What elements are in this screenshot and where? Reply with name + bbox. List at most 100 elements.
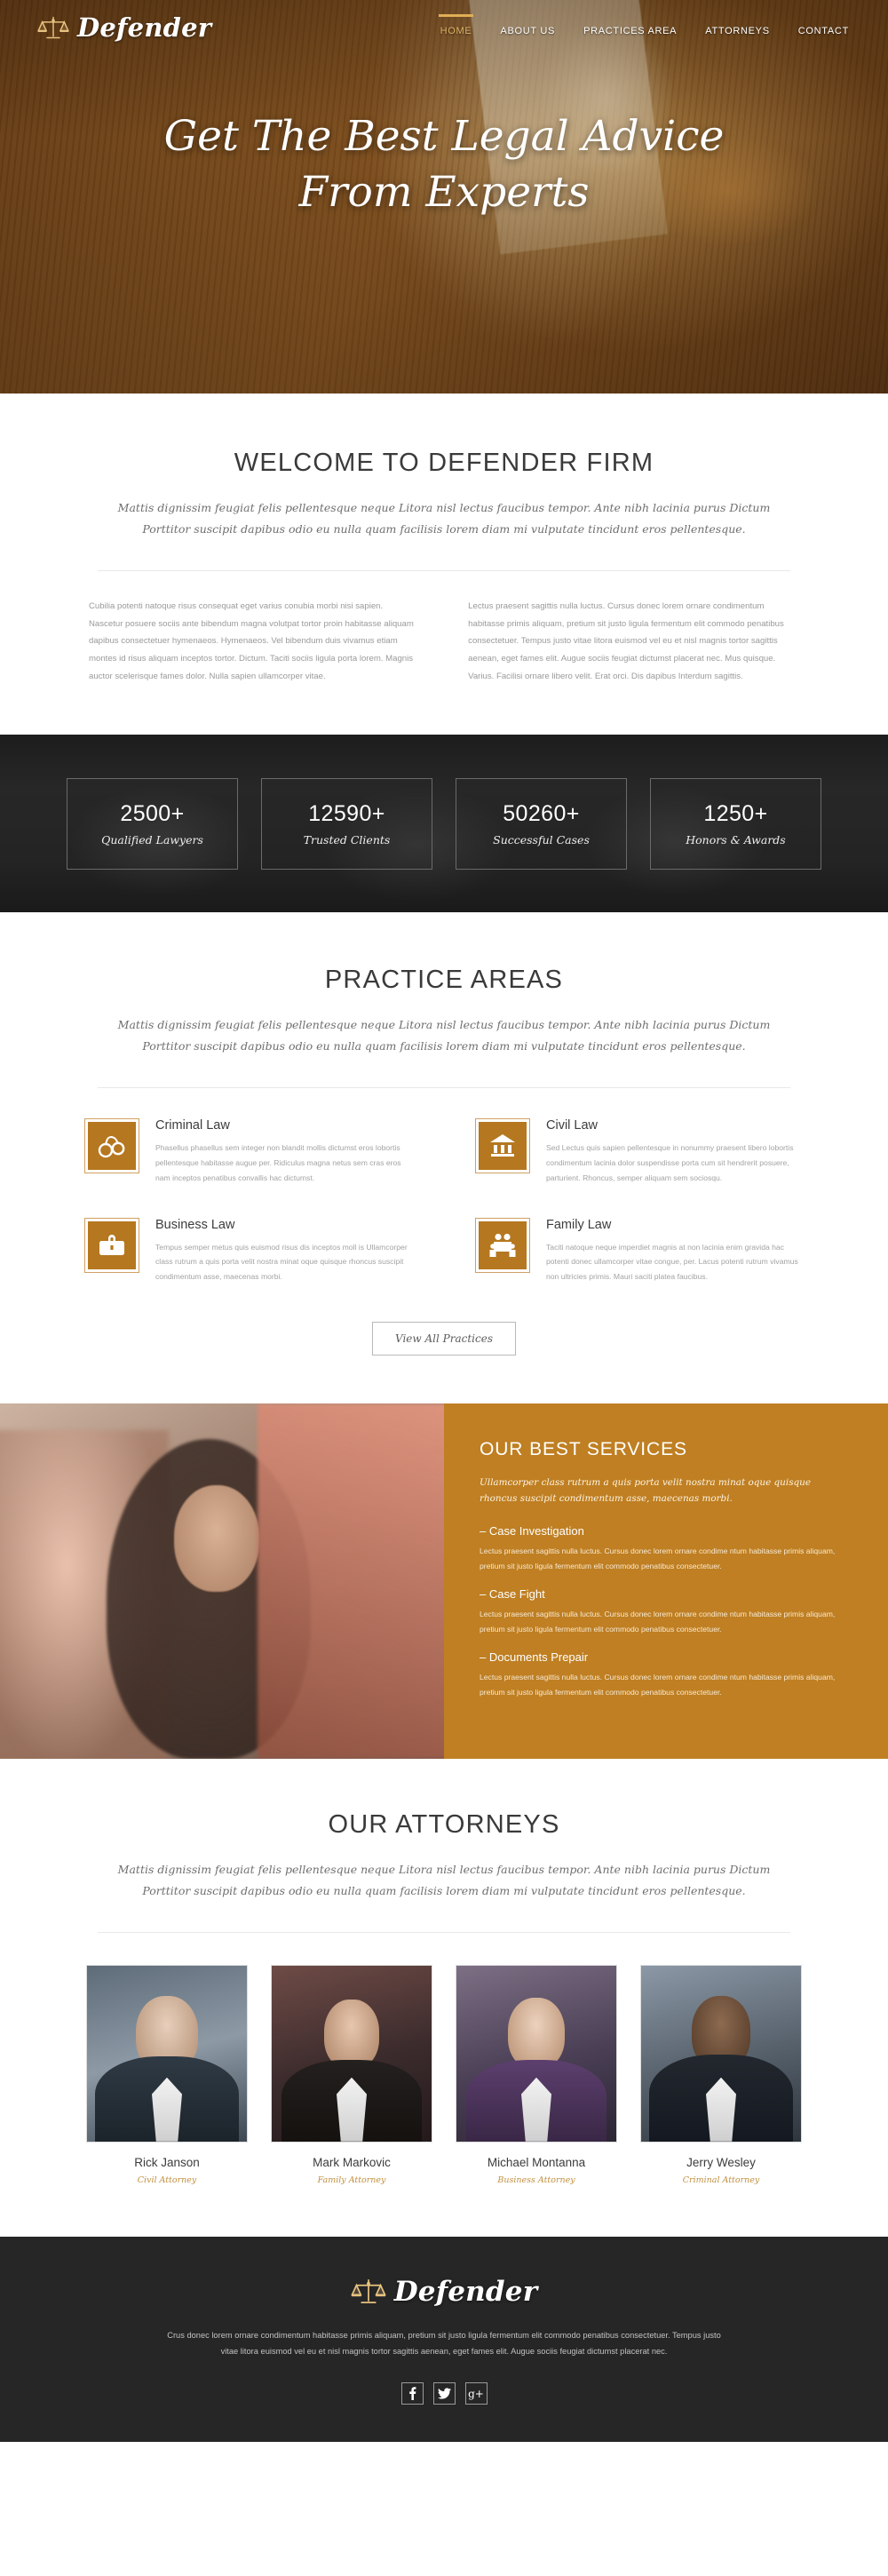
practice-areas-section: PRACTICE AREAS Mattis dignissim feugiat … [0, 912, 888, 1403]
practice-card-text: Tempus semper metus quis euismod risus d… [155, 1242, 408, 1282]
law-firm-landing-page: Defender HOME ABOUT US PRACTICES AREA AT… [0, 0, 888, 2443]
stat-label: Honors & Awards [686, 832, 786, 847]
stat-label: Qualified Lawyers [101, 832, 203, 847]
practice-card-criminal-law[interactable]: Criminal Law Phasellus phasellus sem int… [84, 1118, 413, 1185]
stat-number: 1250+ [703, 800, 768, 826]
services-photo [0, 1403, 444, 1759]
attorney-card[interactable]: Mark Markovic Family Attorney [271, 1964, 432, 2185]
footer-brand-name: Defender [393, 2275, 538, 2308]
stat-card: 50260+ Successful Cases [456, 777, 627, 870]
service-item-title: – Case Investigation [480, 1524, 584, 1538]
family-icon [475, 1217, 530, 1273]
practice-cards: Criminal Law Phasellus phasellus sem int… [84, 1118, 804, 1316]
hero-copy: Get The Best Legal Advice From Experts [0, 109, 888, 220]
social-links: g+ [0, 2382, 888, 2405]
practice-card-civil-law[interactable]: Civil Law Sed Lectus quis sapien pellent… [475, 1118, 804, 1185]
attorney-card[interactable]: Rick Janson Civil Attorney [86, 1964, 248, 2185]
courthouse-icon [475, 1118, 530, 1174]
site-logo[interactable]: Defender [37, 12, 211, 43]
view-all-practices-button[interactable]: View All Practices [372, 1321, 516, 1356]
hero-headline-line2: From Experts [298, 167, 590, 217]
attorney-role: Business Attorney [497, 2174, 575, 2185]
attorney-name: Michael Montanna [487, 2155, 586, 2169]
attorney-role: Family Attorney [317, 2174, 386, 2185]
practice-card-text: Phasellus phasellus sem integer non blan… [155, 1143, 401, 1182]
stat-card: 12590+ Trusted Clients [261, 777, 432, 870]
welcome-section: WELCOME TO DEFENDER FIRM Mattis dignissi… [0, 394, 888, 735]
services-title: OUR BEST SERVICES [480, 1438, 687, 1459]
attorney-card[interactable]: Jerry Wesley Criminal Attorney [640, 1964, 802, 2185]
section-divider [98, 1931, 790, 1933]
scales-of-justice-icon [37, 14, 69, 41]
site-footer: Defender Crus donec lorem ornare condime… [0, 2236, 888, 2443]
section-divider [98, 1087, 790, 1089]
practice-card-text: Sed Lectus quis sapien pellentesque in n… [546, 1143, 794, 1182]
attorneys-grid: Rick Janson Civil Attorney Mark Markovic… [84, 1964, 804, 2185]
nav-item-home[interactable]: HOME [438, 14, 474, 42]
googleplus-icon[interactable]: g+ [464, 2382, 488, 2405]
practice-subtitle: Mattis dignissim feugiat felis pellentes… [117, 1018, 771, 1053]
attorneys-section: OUR ATTORNEYS Mattis dignissim feugiat f… [0, 1758, 888, 2237]
attorney-name: Rick Janson [134, 2155, 200, 2169]
attorney-photo [640, 1964, 802, 2143]
stat-label: Trusted Clients [303, 832, 391, 847]
stat-number: 50260+ [503, 800, 580, 826]
welcome-subtitle: Mattis dignissim feugiat felis pellentes… [117, 501, 771, 536]
services-lead: Ullamcorper class rutrum a quis porta ve… [480, 1476, 812, 1504]
service-item-documents-prepair: – Documents Prepair Lectus praesent sagi… [480, 1650, 849, 1699]
practice-card-title: Business Law [155, 1217, 235, 1232]
service-item-case-investigation: – Case Investigation Lectus praesent sag… [480, 1524, 849, 1573]
service-item-title: – Case Fight [480, 1587, 545, 1602]
attorney-role: Criminal Attorney [682, 2174, 760, 2185]
view-all-wrap: View All Practices [0, 1321, 888, 1356]
attorneys-subtitle: Mattis dignissim feugiat felis pellentes… [117, 1862, 771, 1897]
hero-section: Defender HOME ABOUT US PRACTICES AREA AT… [0, 0, 888, 394]
brand-name: Defender [77, 12, 212, 43]
service-item-case-fight: – Case Fight Lectus praesent sagittis nu… [480, 1587, 849, 1636]
service-item-text: Lectus praesent sagittis nulla luctus. C… [480, 1673, 836, 1697]
welcome-columns: Cubilia potenti natoque risus consequat … [89, 598, 799, 685]
main-navigation: HOME ABOUT US PRACTICES AREA ATTORNEYS C… [438, 13, 851, 42]
footer-description: Crus donec lorem ornare condimentum habi… [167, 2330, 721, 2356]
attorney-name: Mark Markovic [313, 2155, 391, 2169]
welcome-column-right: Lectus praesent sagittis nulla luctus. C… [468, 601, 784, 681]
attorney-name: Jerry Wesley [686, 2155, 756, 2169]
facebook-icon[interactable] [400, 2382, 424, 2405]
nav-item-about-us[interactable]: ABOUT US [498, 20, 557, 42]
nav-item-attorneys[interactable]: ATTORNEYS [703, 20, 772, 42]
stat-label: Successful Cases [493, 832, 590, 847]
attorney-photo [86, 1964, 248, 2143]
footer-logo[interactable]: Defender [0, 2276, 888, 2308]
welcome-title: WELCOME TO DEFENDER FIRM [234, 449, 654, 477]
scales-of-justice-icon [350, 2277, 386, 2306]
attorneys-title: OUR ATTORNEYS [328, 1809, 560, 1839]
stat-card: 2500+ Qualified Lawyers [67, 777, 238, 870]
stat-card: 1250+ Honors & Awards [650, 777, 821, 870]
services-section: OUR BEST SERVICES Ullamcorper class rutr… [0, 1403, 888, 1759]
attorney-photo [456, 1964, 617, 2143]
service-item-text: Lectus praesent sagittis nulla luctus. C… [480, 1610, 836, 1634]
section-divider [98, 570, 790, 571]
nav-item-contact[interactable]: CONTACT [797, 20, 851, 42]
nav-item-practices[interactable]: PRACTICES AREA [582, 20, 678, 42]
stat-number: 12590+ [308, 800, 385, 826]
practice-card-title: Civil Law [546, 1118, 599, 1133]
handcuffs-icon [84, 1118, 139, 1174]
services-panel: OUR BEST SERVICES Ullamcorper class rutr… [444, 1403, 888, 1759]
practice-card-family-law[interactable]: Family Law Taciti natoque neque imperdie… [475, 1217, 804, 1284]
briefcase-icon [84, 1217, 139, 1273]
attorney-card[interactable]: Michael Montanna Business Attorney [456, 1964, 617, 2185]
top-bar: Defender HOME ABOUT US PRACTICES AREA AT… [0, 0, 888, 43]
practice-card-title: Family Law [546, 1217, 612, 1232]
welcome-column-left: Cubilia potenti natoque risus consequat … [89, 601, 414, 681]
practice-card-text: Taciti natoque neque imperdiet magnis at… [546, 1242, 798, 1282]
stats-section: 2500+ Qualified Lawyers 12590+ Trusted C… [0, 735, 888, 913]
hero-headline-line1: Get The Best Legal Advice [163, 112, 725, 161]
twitter-icon[interactable] [432, 2382, 456, 2405]
practice-card-business-law[interactable]: Business Law Tempus semper metus quis eu… [84, 1217, 413, 1284]
attorney-role: Civil Attorney [137, 2174, 197, 2185]
practice-card-title: Criminal Law [155, 1118, 230, 1133]
service-item-title: – Documents Prepair [480, 1650, 589, 1665]
service-item-text: Lectus praesent sagittis nulla luctus. C… [480, 1546, 836, 1570]
attorney-photo [271, 1964, 432, 2143]
